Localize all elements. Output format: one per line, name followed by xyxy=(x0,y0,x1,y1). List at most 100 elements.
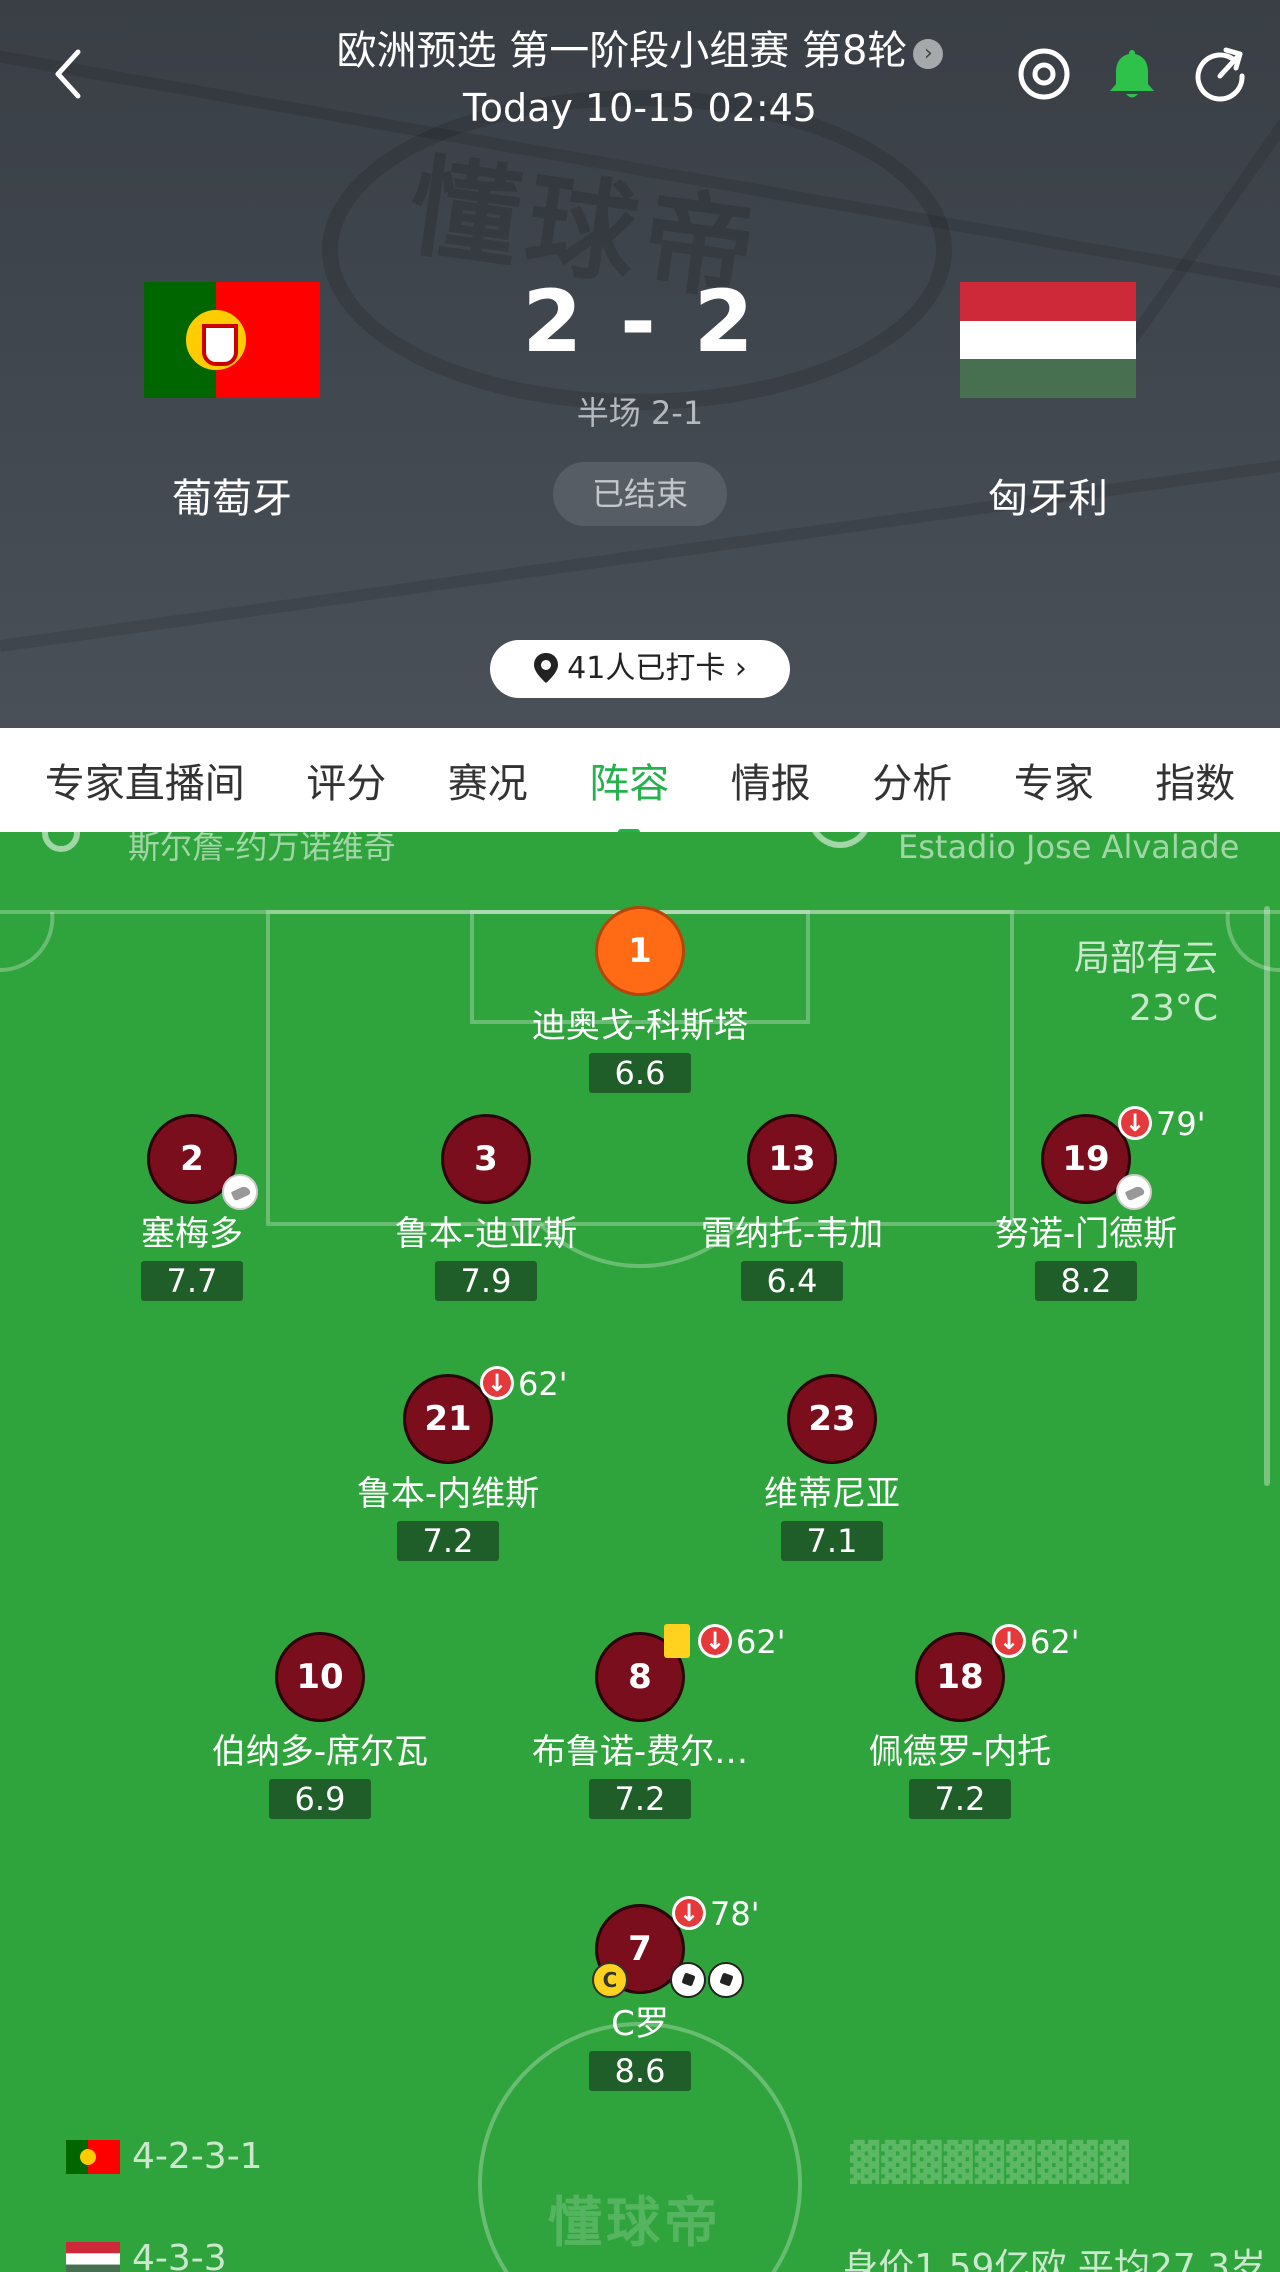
away-team-flag[interactable] xyxy=(960,282,1136,399)
home-team-name[interactable]: 葡萄牙 xyxy=(90,466,374,524)
tab-0[interactable]: 专家直播间 xyxy=(45,751,245,809)
checkin-button[interactable]: 41人已打卡 › xyxy=(490,640,790,698)
player-name: 鲁本-内维斯 xyxy=(356,1474,540,1514)
sub-minute: 62' xyxy=(518,1365,568,1403)
player-rating: 7.2 xyxy=(909,1779,1011,1819)
follow-target-icon[interactable] xyxy=(1014,44,1074,104)
weather-condition: 局部有云 xyxy=(1073,938,1218,979)
player-name: 伯纳多-席尔瓦 xyxy=(211,1732,429,1772)
player-card[interactable]: 3 鲁本-迪亚斯 7.9 xyxy=(356,1114,616,1301)
player-name: 雷纳托-韦加 xyxy=(700,1214,884,1254)
player-name: 维蒂尼亚 xyxy=(764,1474,900,1514)
tab-2[interactable]: 赛况 xyxy=(448,751,528,809)
player-name: 佩德罗-内托 xyxy=(868,1732,1052,1772)
substitution-badge: 62' xyxy=(480,1366,568,1402)
home-mini-flag xyxy=(66,2140,120,2174)
player-rating: 7.1 xyxy=(781,1521,883,1561)
blurred-watermark: ▓▓▓▓▓▓▓▓▓ xyxy=(850,2140,1132,2184)
player-card[interactable]: 13 雷纳托-韦加 6.4 xyxy=(662,1114,922,1301)
player-rating: 8.2 xyxy=(1035,1261,1137,1301)
referee-icon xyxy=(42,832,80,852)
player-card[interactable]: 10 伯纳多-席尔瓦 6.9 xyxy=(190,1632,450,1819)
substitution-badge: 62' xyxy=(664,1624,786,1660)
away-formation-text: 4-3-3 xyxy=(132,2238,227,2272)
yellow-card-icon xyxy=(664,1624,690,1658)
tab-4[interactable]: 情报 xyxy=(731,751,811,809)
match-score: 2 - 2 xyxy=(522,272,758,372)
home-team-flag[interactable] xyxy=(144,282,320,398)
player-card[interactable]: 21 62' 鲁本-内维斯 7.2 xyxy=(318,1366,578,1561)
substitution-badge: 78' xyxy=(672,1896,760,1932)
scrollbar[interactable] xyxy=(1264,906,1270,1486)
player-rating: 7.7 xyxy=(141,1261,243,1301)
flag-stripe-middle xyxy=(960,320,1136,360)
sub-out-icon xyxy=(480,1366,514,1400)
referee-name: 斯尔詹-约万诺维奇 xyxy=(128,832,396,866)
substitution-badge: 79' xyxy=(1118,1106,1206,1142)
share-icon[interactable] xyxy=(1190,44,1250,104)
player-rating: 6.6 xyxy=(589,1053,691,1093)
player-name: 迪奥戈-科斯塔 xyxy=(531,1006,749,1046)
player-number: 10 xyxy=(275,1632,365,1722)
sub-out-icon xyxy=(1118,1106,1152,1140)
player-card[interactable]: 19 79' 努诺-门德斯 8.2 xyxy=(956,1106,1216,1301)
sub-out-icon xyxy=(698,1624,732,1658)
player-name: 布鲁诺-费尔… xyxy=(531,1732,749,1772)
tab-6[interactable]: 专家 xyxy=(1014,751,1094,809)
player-rating: 8.6 xyxy=(589,2051,691,2091)
player-card[interactable]: 23 维蒂尼亚 7.1 xyxy=(702,1374,962,1561)
player-card[interactable]: 2 塞梅多 7.7 xyxy=(62,1114,322,1301)
match-time: Today 10-15 02:45 xyxy=(463,86,817,130)
bell-icon[interactable] xyxy=(1102,44,1162,104)
player-rating: 7.2 xyxy=(589,1779,691,1819)
competition-title-text: 欧洲预选 第一阶段小组赛 第8轮 xyxy=(336,28,908,74)
sub-out-icon xyxy=(672,1896,706,1930)
assist-boot-icon xyxy=(1116,1174,1152,1210)
player-name: C罗 xyxy=(611,2004,669,2044)
player-card[interactable]: 7 78' C C罗 8.6 xyxy=(510,1896,770,2091)
flag-stripe-top xyxy=(960,282,1136,321)
captain-badge: C xyxy=(592,1962,628,1998)
player-number: 3 xyxy=(441,1114,531,1204)
competition-title[interactable]: 欧洲预选 第一阶段小组赛 第8轮 › xyxy=(0,18,1280,76)
tab-1[interactable]: 评分 xyxy=(306,751,386,809)
lineup-pitch: 斯尔詹-约万诺维奇 Estadio Jose Alvalade 局部有云 23°… xyxy=(0,832,1280,2272)
team-value-stats: 身价1.59亿欧 平均27.3岁 xyxy=(842,2247,1266,2272)
sub-out-icon xyxy=(992,1624,1026,1658)
stadium-name: Estadio Jose Alvalade xyxy=(898,832,1240,866)
player-number: 13 xyxy=(747,1114,837,1204)
sub-minute: 78' xyxy=(710,1895,760,1933)
player-rating: 7.2 xyxy=(397,1521,499,1561)
sub-minute: 62' xyxy=(1030,1623,1080,1661)
goal-ball-icon xyxy=(670,1962,706,1998)
player-card[interactable]: 1 迪奥戈-科斯塔 6.6 xyxy=(510,906,770,1093)
player-number: 23 xyxy=(787,1374,877,1464)
stadium-icon xyxy=(808,832,872,848)
player-rating: 6.9 xyxy=(269,1779,371,1819)
away-team-name[interactable]: 匈牙利 xyxy=(906,466,1190,524)
match-header: 懂球帝 欧洲预选 第一阶段小组赛 第8轮 › Today 10-15 02:45 … xyxy=(0,0,1280,728)
weather-temperature: 23°C xyxy=(1129,988,1218,1029)
pitch-watermark: 懂球帝 xyxy=(548,2191,722,2254)
assist-boot-icon xyxy=(222,1174,258,1210)
flag-emblem xyxy=(186,310,246,370)
player-number: 1 xyxy=(595,906,685,996)
tab-3[interactable]: 阵容 xyxy=(589,751,669,835)
player-card[interactable]: 18 62' 佩德罗-内托 7.2 xyxy=(830,1624,1090,1819)
halftime-score: 半场 2-1 xyxy=(576,394,704,432)
tab-5[interactable]: 分析 xyxy=(872,751,952,809)
home-formation: 4-2-3-1 xyxy=(66,2136,263,2177)
match-info-strip: 斯尔詹-约万诺维奇 Estadio Jose Alvalade xyxy=(0,832,1280,910)
goal-ball-icon xyxy=(708,1962,744,1998)
sub-minute: 62' xyxy=(736,1623,786,1661)
weather-info: 局部有云 23°C xyxy=(1074,934,1218,1034)
player-name: 塞梅多 xyxy=(141,1214,243,1254)
checkin-label: 41人已打卡 › xyxy=(567,651,747,686)
substitution-badge: 62' xyxy=(992,1624,1080,1660)
chevron-right-icon: › xyxy=(913,39,944,69)
player-card[interactable]: 8 62' 布鲁诺-费尔… 7.2 xyxy=(510,1624,786,1819)
tab-7[interactable]: 指数 xyxy=(1155,751,1235,809)
away-mini-flag xyxy=(66,2242,120,2272)
location-pin-icon xyxy=(534,653,559,683)
flag-stripe-bottom xyxy=(960,359,1136,399)
